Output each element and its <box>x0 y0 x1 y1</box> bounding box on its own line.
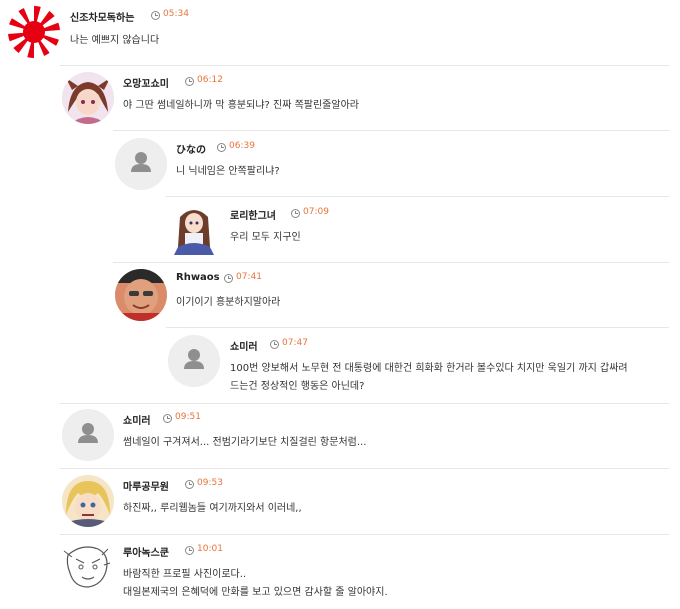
comment-divider <box>166 196 669 197</box>
anime-blonde-avatar[interactable] <box>62 475 114 527</box>
photo-avatar[interactable] <box>115 269 167 321</box>
clock-icon <box>217 143 226 152</box>
comment-time: 06:12 <box>197 75 223 85</box>
clock-icon <box>163 414 172 423</box>
comment-text-line: 대일본제국의 은혜덕에 만화를 보고 있으면 감사할 줄 알아야지. <box>123 587 388 598</box>
clock-icon <box>185 480 194 489</box>
clock-icon <box>151 11 160 20</box>
rising-sun-avatar[interactable] <box>8 6 60 58</box>
clock-icon <box>270 340 279 349</box>
clock-icon <box>224 274 233 283</box>
comment-divider <box>113 130 669 131</box>
comment-nickname[interactable]: 로리한그녀 <box>230 207 276 222</box>
sketch-avatar[interactable] <box>62 541 114 593</box>
comment-time: 06:39 <box>229 141 255 151</box>
comment-time: 10:01 <box>197 544 223 554</box>
comment-nickname[interactable]: 쇼미러 <box>230 338 258 353</box>
comment-nickname[interactable]: Rhwaos <box>176 272 220 283</box>
comment-nickname[interactable]: 쇼미러 <box>123 412 151 427</box>
comment-divider <box>60 534 669 535</box>
comment-nickname[interactable]: 마루공무원 <box>123 478 169 493</box>
comment-divider <box>60 403 669 404</box>
default-user-avatar[interactable] <box>168 335 220 387</box>
comment-nickname[interactable]: ひなの <box>176 141 206 156</box>
comment-divider <box>60 468 669 469</box>
comment-text: 나는 예쁘지 않습니다 <box>70 35 160 46</box>
clock-icon <box>185 77 194 86</box>
comment-divider <box>60 65 669 66</box>
comment-time: 09:51 <box>175 412 201 422</box>
comment-text: 니 닉네임은 안쪽팔리냐? <box>176 166 280 177</box>
comment-time: 05:34 <box>163 9 189 19</box>
comment-nickname[interactable]: 오망꼬쇼미 <box>123 75 169 90</box>
comment-text-line: 100번 양보해서 노무현 전 대통령에 대한건 희화화 한거라 볼수있다 치지… <box>230 363 628 374</box>
comment-nickname[interactable]: 신조차모독하는 <box>70 9 134 24</box>
comment-nickname[interactable]: 루아녹스쿤 <box>123 544 169 559</box>
default-user-avatar[interactable] <box>115 138 167 190</box>
comment-text-line: 드는건 정상적인 행동은 아닌데? <box>230 381 365 392</box>
comment-divider <box>113 262 669 263</box>
anime-girl-avatar[interactable] <box>62 72 114 124</box>
clock-icon <box>185 546 194 555</box>
comment-time: 07:47 <box>282 338 308 348</box>
comment-text: 이기이기 흥분하지말아라 <box>176 297 281 308</box>
comment-time: 07:41 <box>236 272 262 282</box>
anime-girl-avatar[interactable] <box>168 203 220 255</box>
clock-icon <box>291 209 300 218</box>
comment-text: 썸네일이 구겨져서... 전범기라기보단 치질걸린 항문처럼... <box>123 437 367 448</box>
comment-divider <box>166 327 669 328</box>
comment-time: 09:53 <box>197 478 223 488</box>
comment-time: 07:09 <box>303 207 329 217</box>
default-user-avatar[interactable] <box>62 409 114 461</box>
comment-text: 우리 모두 지구인 <box>230 232 301 243</box>
comment-text-line: 바람직한 프로필 사진이로다.. <box>123 569 247 580</box>
comment-text: 하진짜,, 루리웹놈들 여기까지와서 이러네,, <box>123 503 302 514</box>
comment-text: 야 그딴 썸네일하니까 막 흥분되냐? 진짜 쪽팔린줄알아라 <box>123 100 359 111</box>
